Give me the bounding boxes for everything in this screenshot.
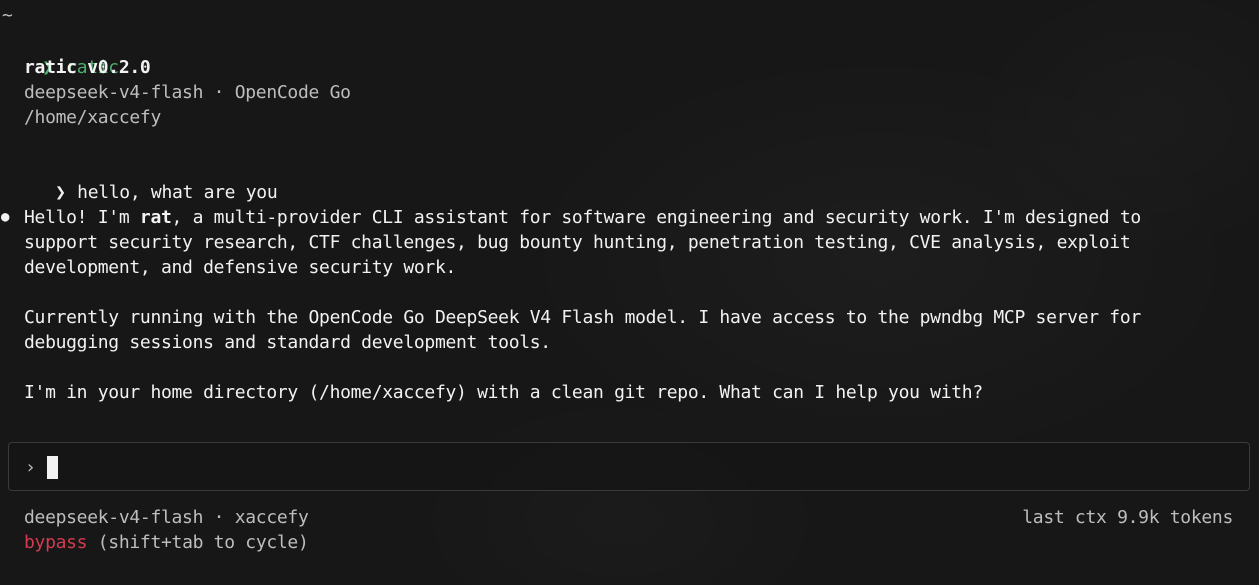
shell-prompt-line: ❯ ratic (0, 30, 119, 78)
text-cursor (47, 456, 58, 479)
assistant-line-5: debugging sessions and standard developm… (24, 332, 551, 353)
user-message: ❯ hello, what are you (13, 155, 278, 203)
assistant-line-4: Currently running with the OpenCode Go D… (24, 307, 1141, 328)
assistant-line-2: support security research, CTF challenge… (24, 232, 1131, 253)
user-message-text: hello, what are you (77, 182, 278, 203)
prompt-input[interactable]: › (8, 442, 1250, 491)
status-model-user: deepseek-v4-flash · xaccefy (24, 507, 309, 528)
mode-hint: (shift+tab to cycle) (87, 532, 309, 553)
assistant-bullet-icon: ● (1, 209, 10, 225)
user-chevron-icon: ❯ (55, 182, 66, 203)
banner-model: deepseek-v4-flash · OpenCode Go (24, 82, 351, 103)
banner-title: ratic v0.2.0 (24, 57, 151, 78)
assistant-line-1-pre: Hello! I'm (24, 207, 140, 228)
banner-path: /home/xaccefy (24, 107, 161, 128)
status-context-tokens: last ctx 9.9k tokens (1022, 507, 1233, 528)
assistant-line-6: I'm in your home directory (/home/xaccef… (24, 382, 983, 403)
cwd-marker: ~ (2, 5, 13, 26)
terminal-window: ~ ❯ ratic ratic v0.2.0 deepseek-v4-flash … (0, 0, 1259, 585)
assistant-name: rat (139, 207, 172, 228)
assistant-line-1: Hello! I'm rat, a multi-provider CLI ass… (24, 205, 1141, 230)
status-mode-line: bypass (shift+tab to cycle) (24, 530, 309, 555)
input-chevron-icon: › (25, 457, 36, 478)
assistant-line-1-post: , a multi-provider CLI assistant for sof… (171, 207, 1142, 228)
assistant-line-3: development, and defensive security work… (24, 257, 457, 278)
mode-badge[interactable]: bypass (24, 532, 88, 553)
